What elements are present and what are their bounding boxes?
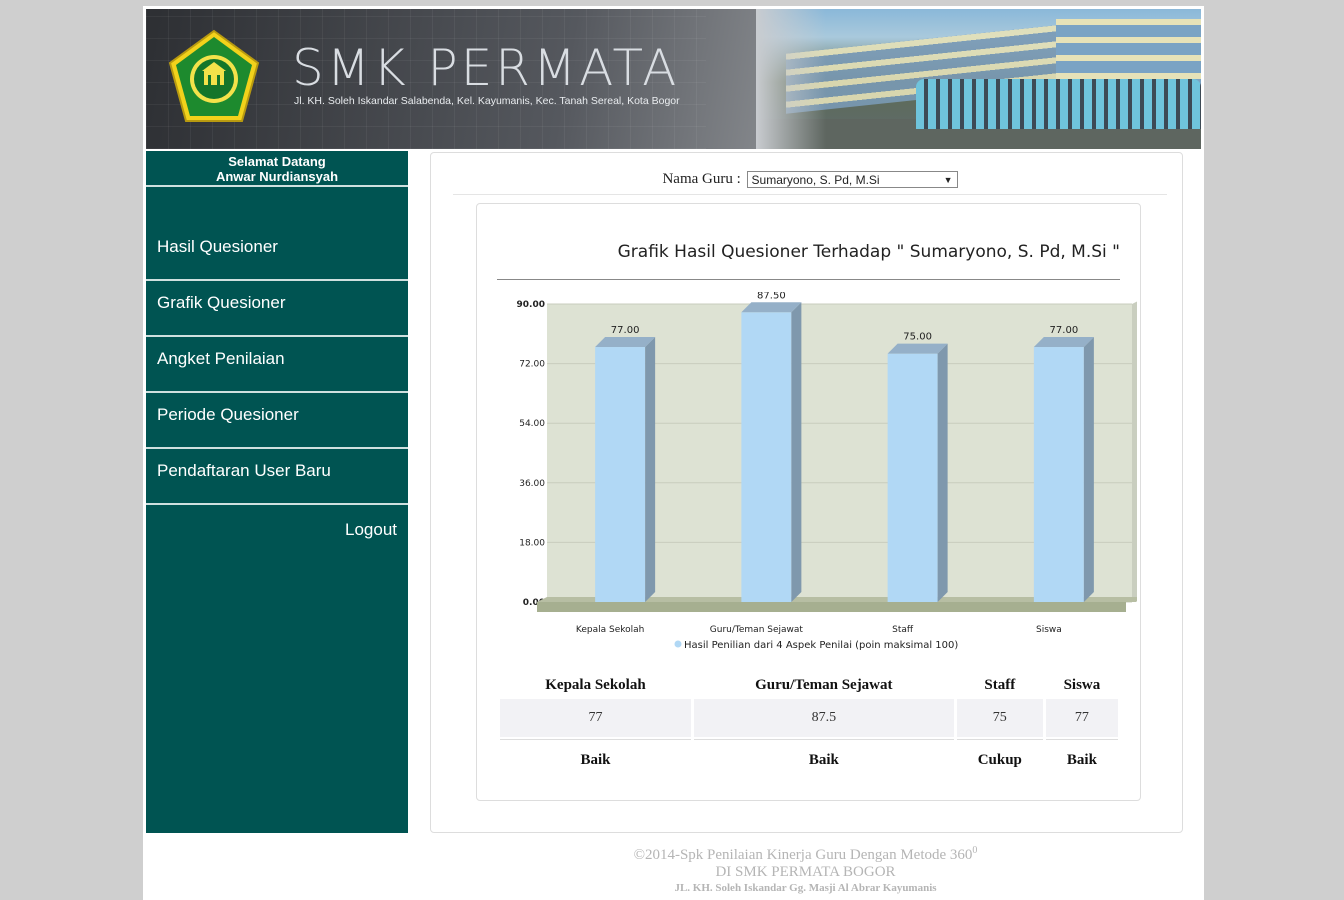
chart-title: Grafik Hasil Quesioner Terhadap " Sumary… bbox=[617, 242, 1120, 262]
guru-filter: Nama Guru : Sumaryono, S. Pd, M.Si ▼ bbox=[453, 171, 1167, 195]
y-tick-label: 36.00 bbox=[519, 479, 545, 489]
x-tick-label: Siswa bbox=[1036, 625, 1062, 635]
table-header: Siswa bbox=[1063, 677, 1101, 693]
title-divider bbox=[497, 279, 1120, 280]
table-header: Guru/Teman Sejawat bbox=[755, 677, 893, 693]
table-row-categories: Baik Baik Cukup Baik bbox=[500, 739, 1118, 780]
data-label: 77.00 bbox=[1050, 325, 1079, 336]
guru-select[interactable]: Sumaryono, S. Pd, M.Si ▼ bbox=[746, 171, 958, 188]
bar-top bbox=[887, 343, 948, 354]
footer-address: JL. KH. Soleh Iskandar Gg. Masji Al Abra… bbox=[674, 882, 937, 894]
sidebar-item-periode-quesioner[interactable]: Periode Quesioner bbox=[146, 393, 408, 449]
data-label: 87.50 bbox=[757, 292, 786, 301]
y-tick-label: 72.00 bbox=[519, 360, 545, 370]
table-row-values: 77 87.5 75 77 bbox=[500, 699, 1118, 737]
legend-marker bbox=[674, 640, 682, 648]
school-emblem-icon bbox=[168, 29, 260, 122]
y-tick-label: 90.00 bbox=[517, 300, 545, 310]
table-cell-value: 77 bbox=[1045, 699, 1118, 737]
guru-select-value: Sumaryono, S. Pd, M.Si bbox=[751, 173, 880, 187]
table-cell-category: Baik bbox=[693, 739, 954, 780]
user-name: Anwar Nurdiansyah bbox=[215, 169, 339, 184]
footer-copyright-text: ©2014-Spk Penilaian Kinerja Guru Dengan … bbox=[633, 847, 973, 863]
chevron-down-icon: ▼ bbox=[943, 175, 953, 185]
footer-degree: 0 bbox=[972, 845, 978, 856]
x-tick-label: Guru/Teman Sejawat bbox=[710, 625, 804, 635]
bar bbox=[887, 353, 938, 602]
table-cell-category: Baik bbox=[1045, 739, 1118, 780]
table-header-row: Kepala Sekolah Guru/Teman Sejawat Staff … bbox=[500, 674, 1118, 697]
page-container: SMK PERMATA Jl. KH. Soleh Iskandar Salab… bbox=[143, 6, 1204, 900]
bar-top bbox=[1033, 337, 1094, 348]
school-name: SMK PERMATA bbox=[292, 39, 680, 97]
chart-floor bbox=[537, 602, 1126, 612]
table-header: Kepala Sekolah bbox=[545, 677, 646, 693]
bar-side bbox=[937, 343, 948, 602]
bar-side bbox=[645, 337, 656, 602]
sidebar-item-hasil-quesioner[interactable]: Hasil Quesioner bbox=[146, 225, 408, 281]
data-label: 77.00 bbox=[611, 325, 640, 336]
y-tick-label: 18.00 bbox=[519, 538, 545, 548]
photo-students bbox=[916, 79, 1201, 129]
bar bbox=[741, 312, 792, 602]
sidebar: Selamat Datang Anwar Nurdiansyah Hasil Q… bbox=[146, 151, 408, 833]
bar-top bbox=[595, 337, 656, 348]
table-header: Staff bbox=[984, 677, 1016, 693]
sidebar-item-grafik-quesioner[interactable]: Grafik Quesioner bbox=[146, 281, 408, 337]
result-table: Kepala Sekolah Guru/Teman Sejawat Staff … bbox=[497, 672, 1121, 782]
sidebar-item-angket-penilaian[interactable]: Angket Penilaian bbox=[146, 337, 408, 393]
legend-label: Hasil Penilian dari 4 Aspek Penilai (poi… bbox=[684, 640, 958, 651]
bar bbox=[595, 347, 646, 602]
footer: ©2014-Spk Penilaian Kinerja Guru Dengan … bbox=[430, 842, 1181, 896]
footer-school: DI SMK PERMATA BOGOR bbox=[715, 864, 896, 880]
table-cell-value: 87.5 bbox=[693, 699, 954, 737]
photo-fade bbox=[756, 9, 826, 149]
table-cell-value: 77 bbox=[500, 699, 691, 737]
chart-panel: Grafik Hasil Quesioner Terhadap " Sumary… bbox=[476, 203, 1141, 801]
y-tick-label: 54.00 bbox=[519, 419, 545, 429]
logout-link[interactable]: Logout bbox=[345, 518, 397, 542]
bar-side bbox=[791, 302, 802, 602]
bar-side bbox=[1083, 337, 1094, 602]
table-cell-category: Baik bbox=[500, 739, 691, 780]
data-label: 75.00 bbox=[903, 332, 932, 343]
bar bbox=[1033, 347, 1084, 602]
bar-top bbox=[741, 302, 802, 313]
header-banner: SMK PERMATA Jl. KH. Soleh Iskandar Salab… bbox=[146, 9, 1201, 149]
footer-copyright: ©2014-Spk Penilaian Kinerja Guru Dengan … bbox=[430, 842, 1181, 864]
x-tick-label: Kepala Sekolah bbox=[576, 625, 644, 635]
main-content: Nama Guru : Sumaryono, S. Pd, M.Si ▼ Gra… bbox=[430, 152, 1183, 833]
school-address: Jl. KH. Soleh Iskandar Salabenda, Kel. K… bbox=[294, 95, 680, 107]
table-cell-value: 75 bbox=[956, 699, 1043, 737]
x-tick-label: Staff bbox=[892, 625, 914, 635]
welcome-box: Selamat Datang Anwar Nurdiansyah bbox=[146, 151, 408, 187]
plot-side-wall bbox=[1132, 301, 1137, 602]
sidebar-nav: Hasil Quesioner Grafik Quesioner Angket … bbox=[146, 225, 408, 505]
bar-chart: 90.0072.0054.0036.0018.000.0077.00Kepala… bbox=[517, 292, 1137, 651]
welcome-text: Selamat Datang bbox=[228, 154, 326, 169]
guru-label: Nama Guru : bbox=[662, 171, 741, 187]
school-photo bbox=[756, 9, 1201, 149]
sidebar-item-pendaftaran-user[interactable]: Pendaftaran User Baru bbox=[146, 449, 408, 505]
table-cell-category: Cukup bbox=[956, 739, 1043, 780]
